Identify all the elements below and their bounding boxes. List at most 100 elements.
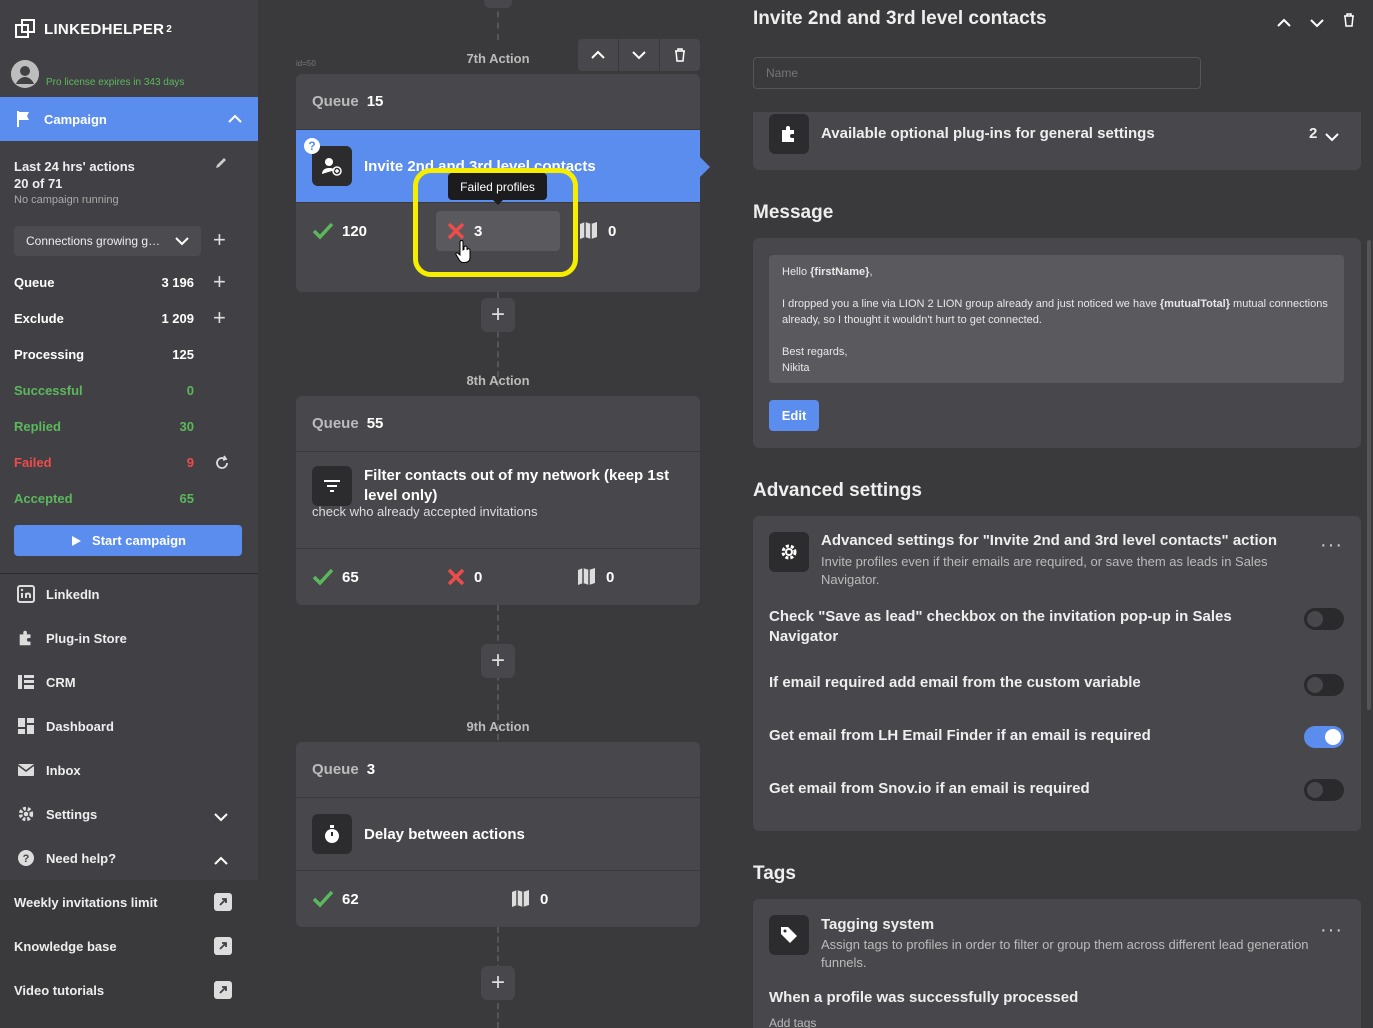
campaign-status: No campaign running: [14, 194, 119, 206]
success-stat[interactable]: 120: [312, 203, 367, 259]
previous-add-button[interactable]: [484, 0, 512, 8]
add-campaign-icon[interactable]: +: [213, 229, 226, 251]
option-toggle[interactable]: [1304, 726, 1344, 748]
help-chevron-up-icon[interactable]: [214, 853, 228, 871]
sidebar-divider: [0, 573, 258, 574]
action-name-input[interactable]: [753, 57, 1201, 89]
stat-label: Exclude: [14, 311, 64, 326]
sidebar-item-need-help[interactable]: ? Need help?: [16, 848, 116, 868]
license-status: Pro license expires in 343 days: [46, 77, 185, 88]
stat-value: 3 196: [161, 275, 194, 290]
stat-label: Accepted: [14, 491, 73, 506]
tag-description: Assign tags to profiles in order to filt…: [821, 937, 1309, 970]
campaign-header[interactable]: Campaign: [0, 97, 258, 141]
avatar[interactable]: [11, 60, 39, 88]
skipped-stat[interactable]: 0: [510, 871, 548, 927]
pencil-icon[interactable]: [214, 156, 228, 175]
success-stat[interactable]: 62: [312, 871, 359, 927]
stat-exclude[interactable]: Exclude 1 209: [14, 311, 194, 326]
chevron-down-icon: [1325, 129, 1339, 147]
action-body[interactable]: Delay between actions: [296, 798, 700, 871]
sidebar-item-crm[interactable]: CRM: [16, 672, 76, 692]
skipped-count: 0: [540, 890, 549, 908]
help-icon[interactable]: ?: [304, 138, 320, 154]
option-toggle[interactable]: [1304, 779, 1344, 801]
chevron-up-icon: [228, 114, 242, 123]
settings-chevron-down-icon[interactable]: [214, 809, 228, 827]
more-icon[interactable]: ···: [1320, 534, 1343, 557]
queue-row: Queue 55: [296, 396, 700, 452]
help-link[interactable]: Knowledge base: [14, 937, 232, 955]
sidebar-item-settings[interactable]: Settings: [16, 804, 97, 824]
add-exclude-icon[interactable]: +: [213, 307, 226, 329]
plugins-panel[interactable]: Available optional plug-ins for general …: [753, 112, 1361, 170]
failed-stat[interactable]: 0: [446, 549, 482, 605]
sidebar-item-plug-in-store[interactable]: Plug-in Store: [16, 628, 127, 648]
action-card-9[interactable]: Queue 3 Delay between actions 62 0: [296, 742, 700, 927]
move-up-button[interactable]: [578, 39, 619, 71]
queue-row: Queue 3: [296, 742, 700, 798]
stat-value: 9: [186, 455, 194, 470]
stat-replied[interactable]: Replied 30: [14, 419, 194, 434]
help-link[interactable]: Video tutorials: [14, 981, 232, 999]
scrollbar[interactable]: [1367, 240, 1371, 710]
advanced-settings-title: Advanced settings: [753, 480, 922, 501]
check-icon: [312, 568, 334, 586]
logo-icon: [15, 19, 35, 38]
skipped-count: 0: [608, 222, 617, 240]
action-controls: [578, 39, 700, 71]
plugins-label: Available optional plug-ins for general …: [821, 125, 1155, 142]
success-count: 120: [342, 222, 368, 240]
edit-message-button[interactable]: Edit: [769, 400, 819, 431]
sidebar-item-linkedin[interactable]: LinkedIn: [16, 584, 99, 604]
filter-icon: [312, 466, 352, 506]
chevron-down-icon[interactable]: [1310, 15, 1324, 33]
stat-processing[interactable]: Processing 125: [14, 347, 194, 362]
start-campaign-button[interactable]: Start campaign: [14, 525, 242, 556]
queue-label: Queue: [312, 93, 359, 110]
action-card-8[interactable]: Queue 55 Filter contacts out of my networ…: [296, 396, 700, 605]
stat-successful[interactable]: Successful 0: [14, 383, 194, 398]
stat-queue[interactable]: Queue 3 196: [14, 275, 194, 290]
help-link[interactable]: Weekly invitations limit: [14, 893, 232, 911]
add-action-button[interactable]: +: [481, 644, 515, 678]
chevron-up-icon[interactable]: [1277, 15, 1291, 33]
msg-text: ,: [869, 266, 873, 278]
option-toggle[interactable]: [1304, 608, 1344, 630]
add-action-button[interactable]: +: [481, 966, 515, 1000]
flag-icon: [17, 111, 29, 127]
delete-button[interactable]: [660, 39, 700, 71]
stat-accepted[interactable]: Accepted 65: [14, 491, 194, 506]
advanced-heading: Advanced settings for "Invite 2nd and 3r…: [821, 532, 1277, 549]
option-toggle[interactable]: [1304, 674, 1344, 696]
stat-value: 0: [186, 383, 194, 398]
more-icon[interactable]: ···: [1320, 919, 1343, 942]
action-body[interactable]: Filter contacts out of my network (keep …: [296, 452, 700, 549]
external-link-icon: [214, 937, 232, 955]
move-down-button[interactable]: [619, 39, 660, 71]
queue-label: Queue: [312, 415, 359, 432]
tag-heading: Tagging system: [821, 916, 935, 933]
help-icon: ?: [16, 848, 36, 868]
campaign-select-value: Connections growing g…: [26, 234, 161, 248]
sidebar-item-dashboard[interactable]: Dashboard: [16, 716, 114, 736]
skipped-stat[interactable]: 0: [576, 549, 614, 605]
skipped-stat[interactable]: 0: [578, 203, 616, 259]
add-queue-icon[interactable]: +: [213, 271, 226, 293]
sidebar-item-inbox[interactable]: Inbox: [16, 760, 81, 780]
msg-text: I dropped you a line via LION 2 LION gro…: [782, 298, 1160, 310]
success-stat[interactable]: 65: [312, 549, 359, 605]
campaign-select[interactable]: Connections growing g…: [14, 226, 201, 256]
stat-failed[interactable]: Failed 9: [14, 455, 194, 470]
trash-icon[interactable]: [1343, 13, 1355, 32]
chevron-up-icon: [591, 50, 605, 59]
last24-summary: Last 24 hrs' actions 20 of 71 No campaig…: [14, 158, 135, 209]
queue-label: Queue: [312, 761, 359, 778]
add-tags-field[interactable]: Add tags: [769, 1016, 816, 1028]
last24-title: Last 24 hrs' actions: [14, 159, 135, 174]
retry-icon[interactable]: [214, 455, 230, 476]
cross-icon: [447, 568, 465, 586]
puzzle-icon: [769, 114, 809, 154]
add-action-button[interactable]: +: [481, 298, 515, 332]
action-description: check who already accepted invitations: [312, 504, 538, 519]
